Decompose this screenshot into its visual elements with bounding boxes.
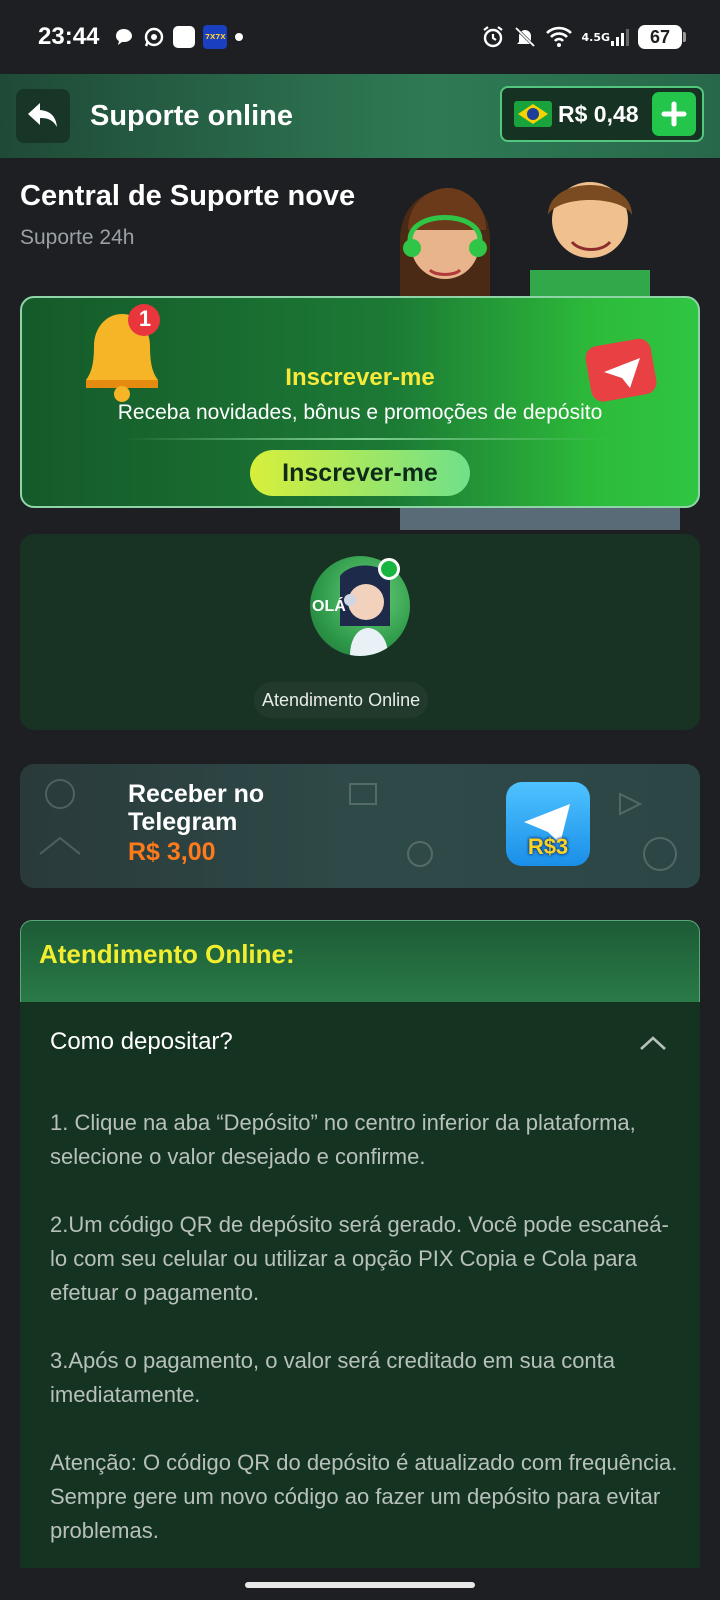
- brazil-flag-icon: [514, 101, 552, 127]
- battery-indicator: 67: [638, 25, 686, 49]
- faq-answer-step-2: 2.Um código QR de depósito será gerado. …: [50, 1212, 669, 1305]
- home-gesture-handle[interactable]: [245, 1582, 475, 1588]
- subscribe-banner: 1 Inscrever-me Receba novidades, bônus e…: [20, 296, 700, 508]
- alarm-icon: [481, 25, 505, 49]
- telegram-title: Receber no Telegram: [128, 780, 265, 836]
- telegram-icon: R$3: [506, 782, 590, 866]
- status-bar-right: 4.5G 67: [481, 25, 686, 49]
- faq-answer: 1. Clique na aba “Depósito” no centro in…: [50, 1106, 680, 1582]
- avatar-greeting-text: OLÁ: [312, 598, 346, 615]
- balance-amount: R$ 0,48: [558, 100, 639, 127]
- online-status-dot: [378, 558, 400, 580]
- telegram-icon-amount: R$3: [527, 834, 569, 859]
- chevron-up-icon[interactable]: [638, 1034, 668, 1052]
- online-attendant-card[interactable]: OLÁ Atendimento Online: [20, 534, 700, 730]
- status-bar: 23:44 7X7X 4.5G 67: [0, 0, 720, 74]
- faq-answer-warning: Atenção: O código QR do depósito é atual…: [50, 1450, 678, 1543]
- game-app-icon: 7X7X: [203, 25, 228, 49]
- add-funds-button[interactable]: [652, 92, 696, 136]
- subscribe-title: Inscrever-me: [285, 364, 435, 391]
- support-center-subtitle: Suporte 24h: [20, 226, 135, 249]
- whatsapp-icon: [143, 26, 165, 48]
- faq-question[interactable]: Como depositar?: [50, 1028, 233, 1056]
- faq-section-header: Atendimento Online:: [20, 920, 700, 1002]
- divider: [122, 438, 612, 440]
- support-center-title: Central de Suporte nove: [20, 180, 356, 212]
- faq-answer-step-1: 1. Clique na aba “Depósito” no centro in…: [50, 1110, 636, 1169]
- faq-item: Como depositar? 1. Clique na aba “Depósi…: [20, 1002, 700, 1600]
- status-bar-left: 23:44 7X7X: [38, 23, 244, 51]
- app-header: Suporte online R$ 0,48: [0, 74, 720, 158]
- network-type-label: 4.5G: [581, 30, 610, 44]
- chat-bubble-icon: [113, 26, 135, 48]
- wifi-icon: [545, 26, 573, 48]
- telegram-reward-amount: R$ 3,00: [128, 838, 216, 866]
- app-square-icon: [173, 26, 196, 48]
- bell-badge-count: 1: [138, 306, 152, 331]
- subscribe-button[interactable]: Inscrever-me: [250, 450, 470, 496]
- faq-answer-step-3: 3.Após o pagamento, o valor será credita…: [50, 1348, 616, 1407]
- notification-bell-icon: [86, 304, 160, 402]
- more-notifications-dot-icon: [235, 33, 244, 41]
- navigation-gesture-bar: [0, 1568, 720, 1600]
- mute-bell-icon: [513, 25, 537, 49]
- subscribe-description: Receba novidades, bônus e promoções de d…: [117, 401, 603, 424]
- page-title: Suporte online: [90, 99, 293, 132]
- faq-section-title: Atendimento Online:: [39, 939, 295, 969]
- doodle-pattern-background: [39, 779, 677, 871]
- back-arrow-icon: [28, 103, 57, 127]
- status-time: 23:44: [38, 23, 100, 50]
- cell-signal-icon: 4.5G: [581, 27, 630, 47]
- attendant-label: Atendimento Online: [254, 682, 429, 718]
- telegram-reward-card[interactable]: Receber no Telegram R$ 3,00 R$3: [20, 764, 700, 888]
- back-button[interactable]: [16, 89, 70, 143]
- balance-widget[interactable]: R$ 0,48: [500, 86, 704, 142]
- plus-icon: [661, 101, 687, 127]
